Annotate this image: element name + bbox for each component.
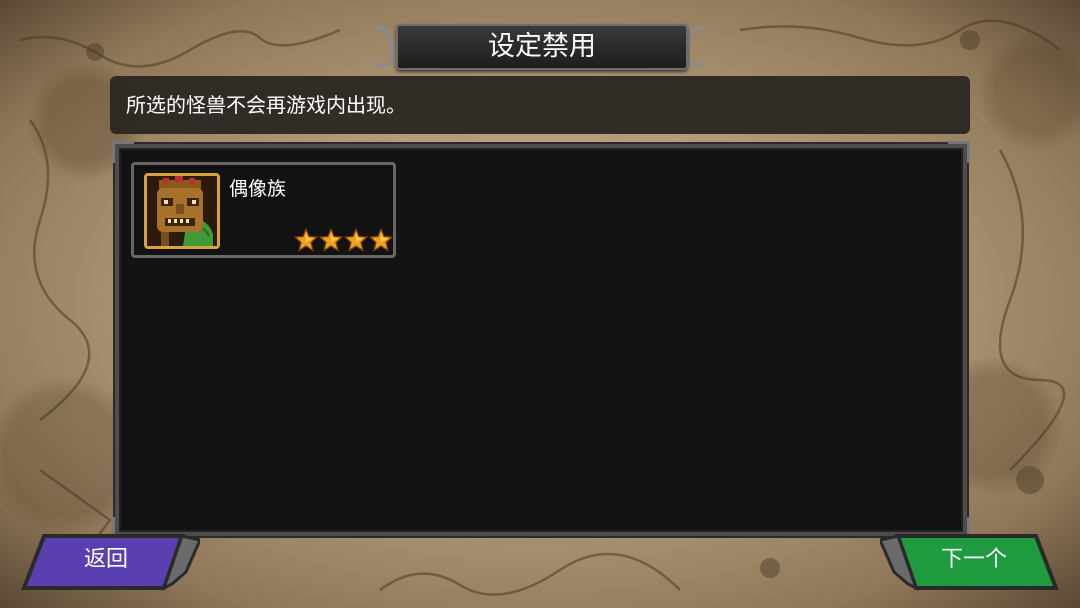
back-button-label: 返回 <box>83 547 128 572</box>
next-button[interactable]: 下一个 <box>880 532 1066 594</box>
panel-corner-top-left <box>112 141 134 163</box>
monster-name: 偶像族 <box>229 178 287 200</box>
info-banner: 所选的怪兽不会再游戏内出现。 <box>110 76 970 134</box>
next-button-label: 下一个 <box>940 547 1007 572</box>
star-icon <box>319 228 343 252</box>
info-message: 所选的怪兽不会再游戏内出现。 <box>126 93 406 117</box>
star-icon <box>294 228 318 252</box>
rarity-stars <box>294 228 393 252</box>
monster-card[interactable]: 偶像族 <box>131 162 396 258</box>
star-icon <box>369 228 393 252</box>
tiki-mask-monster-icon <box>144 173 220 249</box>
back-button[interactable]: 返回 <box>14 532 200 594</box>
star-icon <box>344 228 368 252</box>
title-plate: 设定禁用 <box>372 22 708 70</box>
panel-corner-top-right <box>948 141 970 163</box>
page-title: 设定禁用 <box>488 31 596 62</box>
